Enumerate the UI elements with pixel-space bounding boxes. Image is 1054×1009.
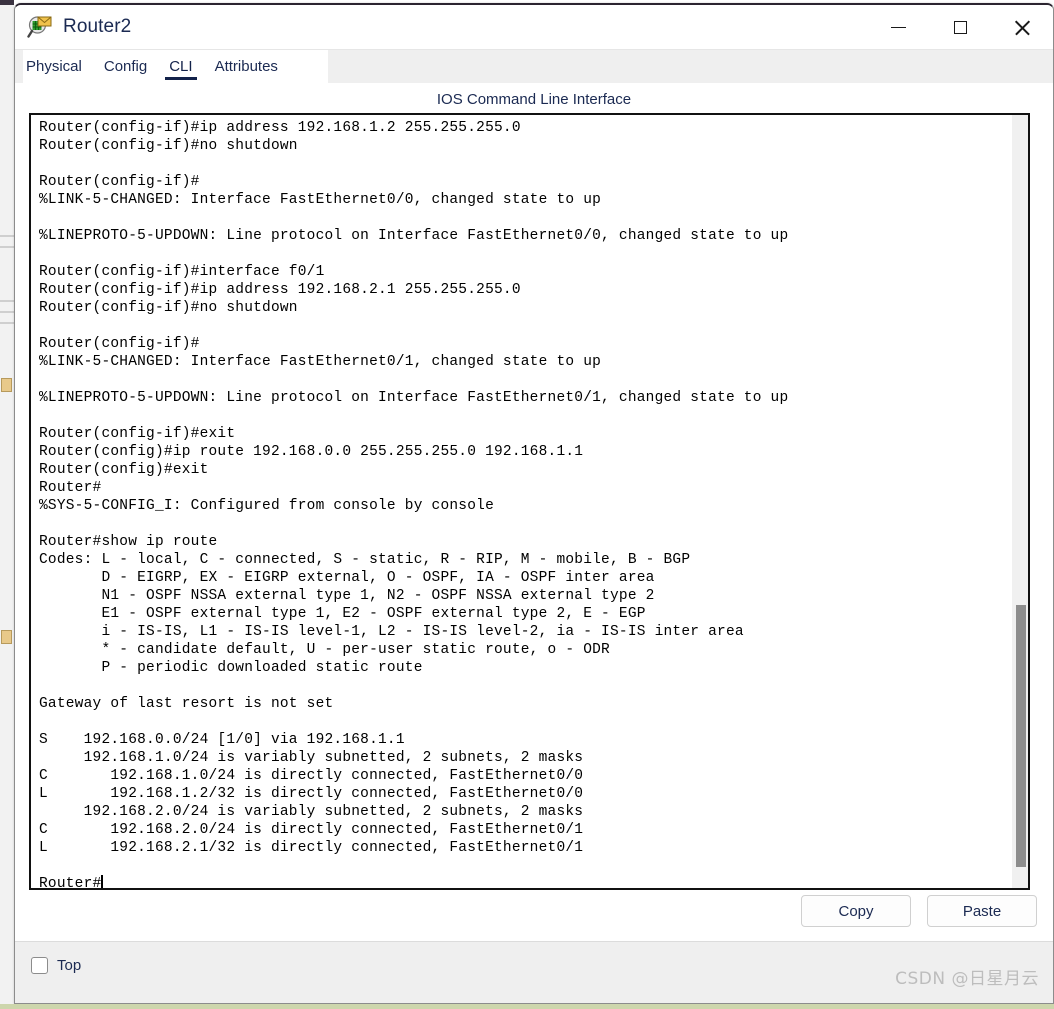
- terminal-line: %LINK-5-CHANGED: Interface FastEthernet0…: [39, 192, 602, 208]
- terminal-line: %LINEPROTO-5-UPDOWN: Line protocol on In…: [39, 228, 789, 244]
- background-strip-line: [0, 311, 14, 313]
- terminal-line: Router(config-if)#interface f0/1: [39, 264, 325, 280]
- background-strip-line: [0, 300, 14, 302]
- terminal-line: N1 - OSPF NSSA external type 1, N2 - OSP…: [39, 588, 655, 604]
- cli-heading: IOS Command Line Interface: [436, 91, 632, 108]
- tab-cli[interactable]: CLI: [158, 50, 203, 83]
- background-strip-top: [0, 0, 14, 5]
- background-strip-tile: [1, 378, 12, 392]
- tab-attributes-label: Attributes: [214, 58, 278, 75]
- top-checkbox[interactable]: [31, 957, 48, 974]
- terminal-line: Router(config-if)#: [39, 174, 200, 190]
- terminal-line: 192.168.1.0/24 is variably subnetted, 2 …: [39, 750, 584, 766]
- terminal-line: Router(config-if)#ip address 192.168.1.2…: [39, 120, 521, 136]
- terminal-prompt-line[interactable]: Router#: [39, 875, 1012, 888]
- maximize-button[interactable]: [929, 5, 991, 50]
- terminal-line: L 192.168.1.2/32 is directly connected, …: [39, 786, 584, 802]
- tab-config[interactable]: Config: [93, 50, 158, 83]
- terminal-line: L 192.168.2.1/32 is directly connected, …: [39, 840, 584, 856]
- terminal-line: Router(config-if)#exit: [39, 426, 236, 442]
- tab-bar: Physical Config CLI Attributes: [15, 50, 1053, 83]
- terminal-output-area[interactable]: Router(config-if)#ip address 192.168.1.2…: [31, 115, 1012, 888]
- tab-config-label: Config: [103, 58, 148, 75]
- terminal-line: C 192.168.1.0/24 is directly connected, …: [39, 768, 584, 784]
- terminal-line: Router(config-if)#no shutdown: [39, 300, 298, 316]
- window-controls: [867, 5, 1053, 50]
- cli-panel: IOS Command Line Interface Router(config…: [15, 83, 1053, 1003]
- terminal-line: D - EIGRP, EX - EIGRP external, O - OSPF…: [39, 570, 655, 586]
- window-bottom-bar: Top CSDN @日星月云: [15, 941, 1053, 1003]
- tab-physical-label: Physical: [26, 58, 82, 75]
- terminal-frame: Router(config-if)#ip address 192.168.1.2…: [29, 113, 1030, 890]
- close-button[interactable]: [991, 5, 1053, 50]
- terminal-line: C 192.168.2.0/24 is directly connected, …: [39, 822, 584, 838]
- tab-physical[interactable]: Physical: [15, 50, 93, 83]
- terminal-line: Router(config)#ip route 192.168.0.0 255.…: [39, 444, 584, 460]
- terminal-line: i - IS-IS, L1 - IS-IS level-1, L2 - IS-I…: [39, 624, 744, 640]
- window-titlebar: Router2: [15, 5, 1053, 50]
- terminal-line: S 192.168.0.0/24 [1/0] via 192.168.1.1: [39, 732, 405, 748]
- terminal-line: Router#show ip route: [39, 534, 218, 550]
- background-strip-line: [0, 246, 14, 248]
- terminal-line: %LINEPROTO-5-UPDOWN: Line protocol on In…: [39, 390, 789, 406]
- terminal-line: Gateway of last resort is not set: [39, 696, 334, 712]
- terminal-line: Router#: [39, 480, 102, 496]
- terminal-line: Router(config-if)#: [39, 336, 200, 352]
- background-window-strip: [0, 0, 14, 1009]
- terminal-line: Router(config)#exit: [39, 462, 209, 478]
- close-icon: [1014, 19, 1031, 36]
- minimize-icon: [890, 26, 906, 29]
- tab-attributes[interactable]: Attributes: [204, 50, 289, 83]
- terminal-line: %LINK-5-CHANGED: Interface FastEthernet0…: [39, 354, 602, 370]
- tab-cli-label: CLI: [169, 58, 193, 75]
- terminal-action-buttons: Copy Paste: [801, 895, 1037, 927]
- terminal-line: E1 - OSPF external type 1, E2 - OSPF ext…: [39, 606, 646, 622]
- terminal-line: * - candidate default, U - per-user stat…: [39, 642, 610, 658]
- desktop-backdrop: Router2 Physical Config CLI Attributes I…: [0, 0, 1054, 1009]
- desktop-bottom-edge: [0, 1004, 1054, 1009]
- router-magnifier-icon: [27, 14, 53, 40]
- terminal-text: Router(config-if)#ip address 192.168.1.2…: [39, 119, 1012, 888]
- window-title: Router2: [63, 16, 132, 37]
- background-strip-line: [0, 322, 14, 324]
- background-strip-line: [0, 235, 14, 237]
- terminal-scrollbar-thumb[interactable]: [1016, 605, 1026, 867]
- terminal-caret: [101, 875, 103, 888]
- terminal-line: Codes: L - local, C - connected, S - sta…: [39, 552, 691, 568]
- terminal-line: Router(config-if)#no shutdown: [39, 138, 298, 154]
- always-on-top-control[interactable]: Top: [31, 957, 81, 974]
- copy-button[interactable]: Copy: [801, 895, 911, 927]
- watermark-text: CSDN @日星月云: [895, 969, 1039, 989]
- router-device-window: Router2 Physical Config CLI Attributes I…: [14, 3, 1054, 1004]
- minimize-button[interactable]: [867, 5, 929, 50]
- terminal-line: P - periodic downloaded static route: [39, 660, 423, 676]
- terminal-line: %SYS-5-CONFIG_I: Configured from console…: [39, 498, 494, 514]
- background-strip-tile: [1, 630, 12, 644]
- top-checkbox-label: Top: [57, 957, 82, 974]
- terminal-line: 192.168.2.0/24 is variably subnetted, 2 …: [39, 804, 584, 820]
- terminal-scrollbar[interactable]: [1012, 115, 1028, 888]
- terminal-line: Router(config-if)#ip address 192.168.2.1…: [39, 282, 521, 298]
- paste-button[interactable]: Paste: [927, 895, 1037, 927]
- maximize-icon: [953, 21, 967, 34]
